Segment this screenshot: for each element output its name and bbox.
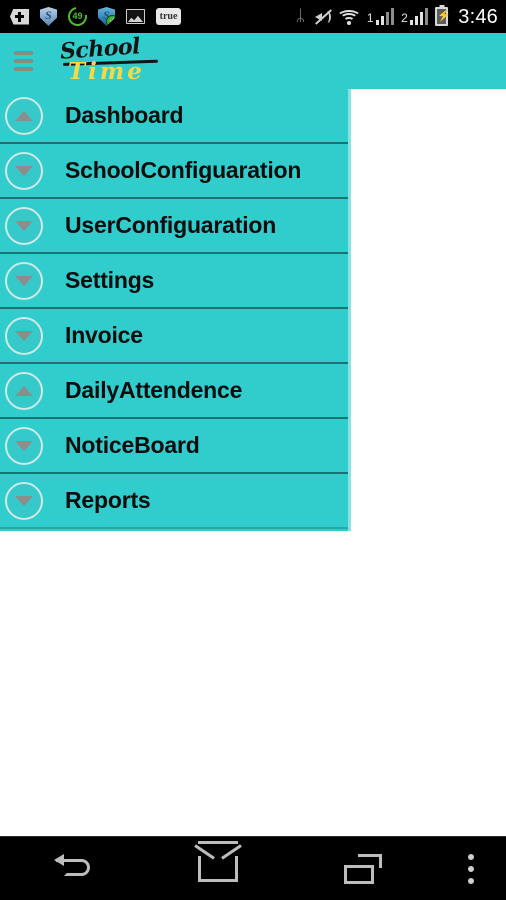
signal-bar bbox=[424, 8, 429, 25]
main-content-panel bbox=[351, 89, 506, 837]
signal-bar bbox=[380, 16, 385, 25]
navigation-drawer: Dashboard SchoolConfiguaration UserConfi… bbox=[0, 89, 351, 531]
app-bar: School Time bbox=[0, 33, 506, 89]
status-bar-clock: 3:46 bbox=[458, 5, 498, 28]
drawer-item-label: Reports bbox=[65, 487, 151, 513]
charging-bolt-glyph: ⚡ bbox=[437, 10, 451, 22]
check-badge-icon: ✓ bbox=[106, 15, 115, 26]
hamburger-menu-icon[interactable] bbox=[4, 47, 44, 75]
wifi-dot bbox=[347, 20, 352, 25]
bluetooth-icon: ᛦ bbox=[295, 8, 306, 25]
triangle-down-shape bbox=[15, 330, 33, 341]
gallery-photo-icon bbox=[126, 9, 145, 24]
chevron-up-circle-icon[interactable] bbox=[5, 371, 43, 410]
chevron-down-circle-icon[interactable] bbox=[5, 206, 43, 245]
overflow-dot bbox=[467, 853, 474, 860]
signal-bar bbox=[414, 16, 419, 25]
chevron-down-circle-icon[interactable] bbox=[5, 151, 43, 190]
signal-bar bbox=[419, 12, 424, 25]
battery-charging-icon: ⚡ bbox=[435, 7, 451, 26]
signal-bar bbox=[390, 8, 395, 25]
drawer-item-invoice[interactable]: Invoice bbox=[0, 309, 348, 364]
ringer-muted-icon bbox=[314, 8, 332, 26]
hamburger-bar bbox=[14, 59, 33, 63]
status-bar-system-icons: ᛦ 1 2 ⚡ 3:46 bbox=[294, 7, 498, 27]
triangle-up-shape bbox=[15, 110, 33, 121]
chevron-down-circle-icon[interactable] bbox=[5, 261, 43, 300]
app-logo-line-time: Time bbox=[68, 58, 145, 85]
triangle-down-shape bbox=[15, 275, 33, 286]
drawer-item-label: UserConfiguaration bbox=[65, 212, 277, 238]
drawer-item-reports[interactable]: Reports bbox=[0, 474, 348, 529]
drawer-item-label: SchoolConfiguaration bbox=[65, 157, 302, 183]
security-shield-glyph: S bbox=[45, 8, 52, 22]
drawer-item-label: DailyAttendence bbox=[65, 377, 243, 403]
drawer-item-dailyattendence[interactable]: DailyAttendence bbox=[0, 364, 348, 419]
wifi-icon bbox=[338, 9, 360, 25]
overflow-dot bbox=[467, 865, 474, 872]
sim2-signal-bars bbox=[409, 8, 429, 25]
security-shield-icon: S bbox=[40, 7, 57, 26]
triangle-down-shape bbox=[15, 440, 33, 451]
chevron-down-circle-icon[interactable] bbox=[5, 426, 43, 465]
app-logo: School Time bbox=[52, 33, 162, 86]
system-navigation-bar bbox=[0, 836, 506, 900]
back-arrow-icon bbox=[53, 853, 92, 883]
nav-back-button[interactable] bbox=[0, 837, 145, 900]
nav-overflow-button[interactable] bbox=[436, 837, 506, 900]
triangle-down-shape bbox=[15, 495, 33, 506]
sim2-label: 2 bbox=[401, 11, 408, 25]
triangle-down-shape bbox=[15, 165, 33, 176]
optimizer-progress-value: 49 bbox=[72, 11, 83, 21]
triangle-down-shape bbox=[15, 220, 33, 231]
home-roof-shape bbox=[197, 840, 238, 856]
true-app-icon: true bbox=[156, 8, 181, 25]
drawer-item-settings[interactable]: Settings bbox=[0, 254, 348, 309]
hamburger-bar bbox=[14, 67, 33, 71]
back-arrow-head bbox=[53, 853, 64, 866]
drawer-item-dashboard[interactable]: Dashboard bbox=[0, 89, 348, 144]
overflow-menu-icon bbox=[467, 853, 474, 884]
drawer-item-schoolconfiguaration[interactable]: SchoolConfiguaration bbox=[0, 144, 348, 199]
drawer-item-label: NoticeBoard bbox=[65, 432, 200, 458]
status-bar-notification-icons: S 49 S ✓ true bbox=[10, 3, 181, 30]
recent-apps-icon bbox=[344, 853, 383, 884]
sim1-signal-icon: 1 bbox=[366, 8, 395, 25]
chevron-up-circle-icon[interactable] bbox=[5, 96, 43, 135]
sim1-signal-bars bbox=[375, 8, 395, 25]
drawer-item-label: Dashboard bbox=[65, 102, 184, 128]
drawer-item-label: Invoice bbox=[65, 322, 143, 348]
drawer-item-label: Settings bbox=[65, 267, 155, 293]
triangle-up-shape bbox=[15, 385, 33, 396]
hamburger-bar bbox=[14, 51, 33, 55]
optimizer-progress-icon: 49 bbox=[64, 3, 91, 30]
signal-bar bbox=[385, 12, 390, 25]
overflow-dot bbox=[467, 877, 474, 884]
sim1-label: 1 bbox=[366, 11, 374, 25]
chevron-down-circle-icon[interactable] bbox=[5, 481, 43, 520]
status-bar: S 49 S ✓ true ᛦ 1 2 ⚡ 3:46 bbox=[0, 0, 506, 33]
chevron-down-circle-icon[interactable] bbox=[5, 316, 43, 355]
nav-home-button[interactable] bbox=[145, 837, 290, 900]
nav-recents-button[interactable] bbox=[291, 837, 436, 900]
home-icon bbox=[197, 840, 238, 882]
signal-bar bbox=[375, 20, 380, 25]
drawer-item-userconfiguaration[interactable]: UserConfiguaration bbox=[0, 199, 348, 254]
security-shield-ok-icon: S ✓ bbox=[98, 7, 115, 26]
add-widget-icon bbox=[10, 8, 29, 25]
sim2-signal-icon: 2 bbox=[401, 8, 429, 25]
drawer-item-noticeboard[interactable]: NoticeBoard bbox=[0, 419, 348, 474]
recents-front-rect bbox=[344, 864, 375, 884]
signal-bar bbox=[409, 20, 414, 25]
